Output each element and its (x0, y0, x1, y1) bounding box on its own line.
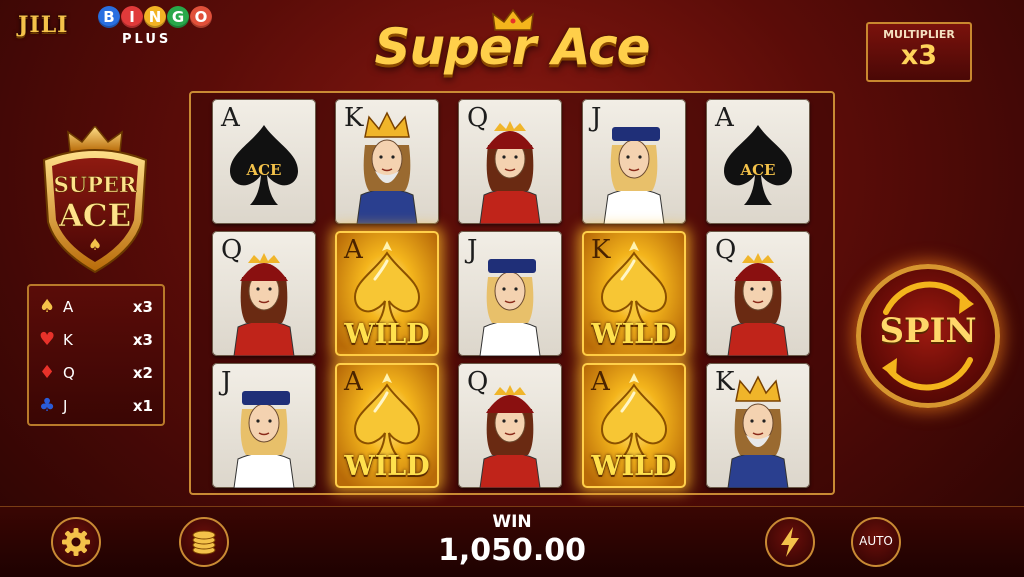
paytable-row: ♦ Qx2 (29, 356, 163, 389)
wild-label: WILD (591, 319, 677, 350)
card-jack: J (212, 363, 316, 488)
coins-icon (192, 530, 216, 555)
card-rank: Q (467, 103, 489, 133)
multiplier-box: MULTIPLIER x3 (866, 22, 972, 82)
gear-icon (62, 528, 90, 556)
card-rank: A (591, 367, 610, 397)
ace-spade-label: ACE (739, 161, 775, 179)
paytable-multiplier: x3 (132, 330, 153, 349)
win-label: WIN (492, 512, 532, 532)
card-ace: ACE A (212, 99, 316, 224)
bingo-plus-logo: BINGO (98, 6, 213, 28)
badge-line1: SUPER (54, 172, 137, 197)
jili-logo: JILI (18, 12, 69, 38)
bingo-letter: B (98, 6, 120, 28)
wild-label: WILD (344, 319, 430, 350)
badge-line2: ACE (58, 198, 131, 234)
game-title: Super Ace (374, 18, 650, 76)
card-rank: J (467, 235, 478, 265)
bingo-letter: I (121, 6, 143, 28)
paytable-rank: K (63, 330, 73, 349)
wild-label: WILD (591, 451, 677, 482)
paytable-multiplier: x3 (132, 297, 153, 316)
card-jack: J (582, 99, 686, 224)
card-rank: Q (221, 235, 243, 265)
spin-label: SPIN (879, 311, 977, 351)
suit-icon: ♦ (39, 362, 56, 383)
card-queen: Q (706, 231, 810, 356)
card-rank: K (591, 235, 611, 265)
reel-grid: ACE A Q J K A WILD A WILD Q J Q J K WILD A WILD ACE A Q K (189, 91, 835, 495)
ace-spade-label: ACE (245, 161, 281, 179)
bet-button[interactable] (179, 517, 229, 567)
wild-card: K WILD (582, 231, 686, 356)
card-rank: K (715, 367, 735, 397)
wild-card: A WILD (582, 363, 686, 488)
lightning-icon (781, 527, 799, 557)
card-rank: J (221, 367, 232, 397)
bingo-letter: O (190, 6, 212, 28)
bingo-letter: N (144, 6, 166, 28)
paytable-multiplier: x1 (132, 396, 153, 415)
card-rank: A (715, 103, 734, 133)
wild-label: WILD (344, 451, 430, 482)
paytable-row: ♣ Jx1 (29, 389, 163, 422)
multiplier-value: x3 (900, 40, 938, 71)
card-ace: ACE A (706, 99, 810, 224)
bingo-letter: G (167, 6, 189, 28)
auto-button[interactable]: AUTO (851, 517, 901, 567)
card-king: K (335, 99, 439, 224)
card-rank: Q (715, 235, 737, 265)
card-rank: Q (467, 367, 489, 397)
settings-button[interactable] (51, 517, 101, 567)
wild-card: A WILD (335, 231, 439, 356)
auto-label: AUTO (859, 534, 893, 548)
paytable-multiplier: x2 (132, 363, 153, 382)
suit-icon: ♠ (39, 296, 56, 317)
suit-icon: ♥ (39, 329, 56, 350)
card-queen: Q (458, 363, 562, 488)
badge-spade-icon: ♠ (88, 235, 102, 254)
card-rank: J (591, 103, 602, 133)
paytable-row: ♥ Kx3 (29, 323, 163, 356)
spin-button[interactable]: SPIN (856, 264, 1000, 408)
paytable-rank: J (63, 396, 68, 415)
card-rank: K (344, 103, 364, 133)
super-ace-badge: SUPER ACE ♠ (42, 126, 148, 274)
turbo-button[interactable] (765, 517, 815, 567)
bingo-plus-label: PLUS (122, 32, 172, 47)
card-queen: Q (458, 99, 562, 224)
win-amount: 1,050.00 (437, 533, 587, 568)
suit-icon: ♣ (39, 395, 56, 416)
card-rank: A (344, 367, 363, 397)
paytable-rank: A (63, 297, 74, 316)
card-rank: A (221, 103, 240, 133)
paytable: ♠ Ax3 ♥ Kx3 ♦ Qx2 ♣ Jx1 (27, 284, 165, 426)
card-rank: A (344, 235, 363, 265)
card-king: K (706, 363, 810, 488)
card-jack: J (458, 231, 562, 356)
wild-card: A WILD (335, 363, 439, 488)
paytable-row: ♠ Ax3 (29, 290, 163, 323)
card-queen: Q (212, 231, 316, 356)
paytable-rank: Q (63, 363, 75, 382)
